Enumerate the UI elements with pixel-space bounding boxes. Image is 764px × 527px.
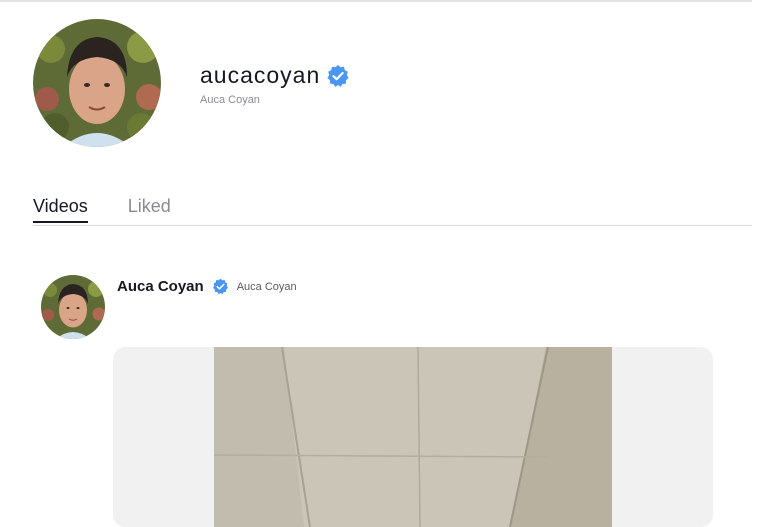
profile-avatar-photo — [33, 19, 161, 147]
post-avatar-photo — [41, 275, 105, 339]
tab-videos[interactable]: Videos — [33, 196, 88, 223]
username-row: aucacoyan — [200, 62, 350, 89]
post-author-handle: Auca Coyan — [236, 280, 297, 293]
profile-avatar[interactable] — [33, 19, 161, 147]
profile-tabs: Videos Liked — [33, 196, 211, 223]
tab-liked[interactable]: Liked — [128, 196, 171, 223]
profile-username: aucacoyan — [200, 62, 321, 88]
video-thumbnail — [214, 347, 612, 527]
tabs-divider — [33, 225, 752, 226]
verified-badge-icon — [326, 64, 350, 88]
post-author-name[interactable]: Auca Coyan — [117, 278, 204, 295]
top-divider — [0, 0, 752, 2]
post-header: Auca Coyan Auca Coyan — [117, 278, 297, 295]
verified-badge-icon — [212, 278, 229, 295]
video-player[interactable] — [214, 347, 612, 527]
post-author-avatar[interactable] — [41, 275, 105, 339]
profile-display-name: Auca Coyan — [200, 94, 260, 106]
video-card — [113, 347, 713, 527]
